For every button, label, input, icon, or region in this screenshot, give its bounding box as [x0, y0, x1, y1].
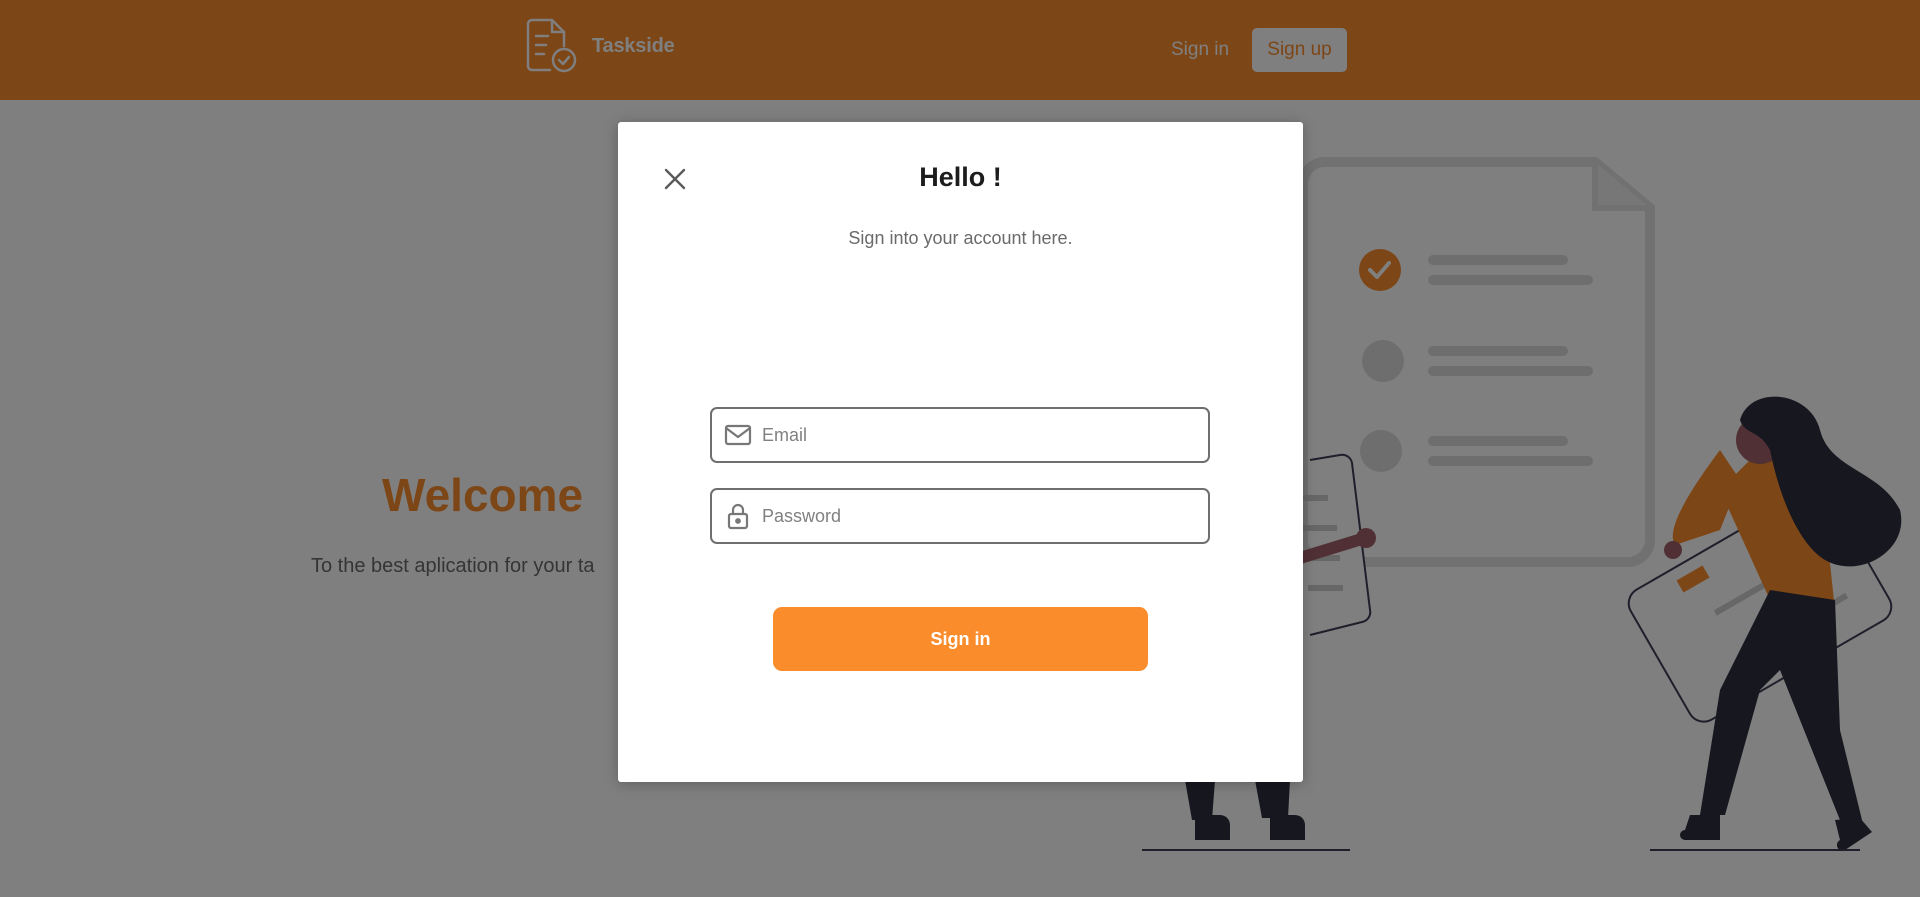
- email-input[interactable]: [762, 424, 1182, 446]
- mail-icon: [724, 424, 752, 446]
- password-field[interactable]: [710, 488, 1210, 544]
- modal-title: Hello !: [919, 162, 1002, 192]
- signin-submit-button[interactable]: Sign in: [773, 607, 1148, 671]
- email-field[interactable]: [710, 407, 1210, 463]
- lock-icon: [727, 503, 749, 530]
- modal-subtitle: Sign into your account here.: [848, 228, 1073, 248]
- signin-modal: Hello ! Sign into your account here. Sig…: [618, 122, 1303, 782]
- password-input[interactable]: [762, 505, 1182, 527]
